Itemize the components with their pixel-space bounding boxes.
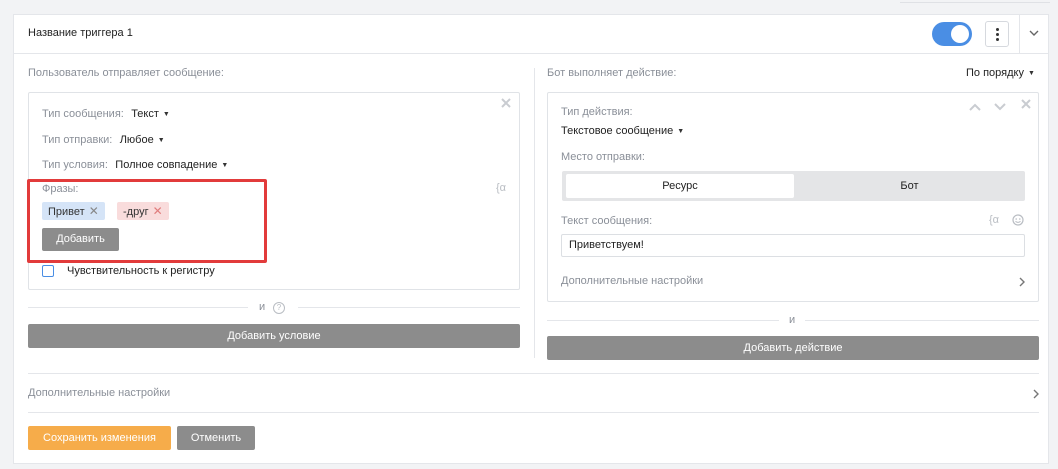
case-sensitive-label: Чувствительность к регистру (67, 265, 215, 277)
chevron-up-icon[interactable] (969, 100, 981, 115)
user-sends-label: Пользователь отправляет сообщение: (28, 67, 224, 79)
action-type-label: Тип действия: (561, 106, 633, 118)
chevron-right-icon[interactable] (1032, 388, 1040, 403)
cancel-button[interactable]: Отменить (177, 426, 255, 450)
condition-type-row: Тип условия: Полное совпадение ▼ (42, 157, 228, 171)
variable-icon[interactable]: {α (989, 214, 999, 226)
send-type-row: Тип отправки: Любое ▼ (42, 132, 165, 146)
caret-down-icon: ▼ (221, 161, 229, 169)
close-icon[interactable] (1020, 98, 1032, 113)
condition-type-label: Тип условия: (42, 159, 108, 171)
header-separator (1019, 15, 1020, 53)
kebab-menu-icon[interactable] (985, 21, 1009, 47)
message-text-label: Текст сообщения: (561, 215, 653, 227)
send-place-option-resource[interactable]: Ресурс (566, 174, 794, 198)
and-line-left (28, 307, 248, 308)
send-place-segmented: Ресурс Бот (562, 171, 1025, 201)
chevron-right-icon[interactable] (1018, 276, 1026, 291)
case-sensitive-checkbox[interactable] (42, 265, 54, 277)
send-type-label: Тип отправки: (42, 134, 113, 146)
caret-down-icon: ▼ (157, 136, 165, 144)
caret-down-icon: ▼ (1027, 69, 1035, 77)
footer-divider-bottom (28, 412, 1039, 413)
close-icon[interactable] (500, 97, 512, 112)
variable-icon[interactable]: {α (496, 182, 506, 194)
and-line-right (805, 320, 1039, 321)
top-edge (0, 0, 1058, 6)
message-type-row: Тип сообщения: Текст ▼ (42, 106, 170, 120)
message-text-input[interactable]: Приветствуем! (561, 234, 1025, 257)
and-line-left (547, 320, 779, 321)
trigger-extra-settings[interactable]: Дополнительные настройки (28, 387, 170, 399)
action-extra-settings[interactable]: Дополнительные настройки (561, 275, 703, 287)
and-label: и (259, 301, 266, 313)
column-divider (534, 68, 535, 358)
trigger-title: Название триггера 1 (28, 27, 133, 39)
and-line-right (298, 307, 520, 308)
and-label: и (789, 314, 796, 326)
phrases-highlight (27, 179, 267, 263)
add-action-button[interactable]: Добавить действие (547, 336, 1039, 360)
help-icon[interactable]: ? (273, 302, 285, 314)
message-type-select[interactable]: Текст ▼ (131, 108, 170, 120)
trigger-enabled-toggle[interactable] (932, 22, 972, 46)
chevron-down-icon[interactable] (994, 100, 1006, 115)
send-place-option-bot[interactable]: Бот (798, 174, 1021, 198)
footer-divider-top (28, 373, 1039, 374)
chevron-down-icon[interactable] (1028, 27, 1040, 39)
bot-action-label: Бот выполняет действие: (547, 67, 677, 79)
send-place-label: Место отправки: (561, 151, 645, 163)
emoji-icon[interactable] (1012, 214, 1024, 229)
add-condition-button[interactable]: Добавить условие (28, 324, 520, 348)
save-button[interactable]: Сохранить изменения (28, 426, 171, 450)
condition-type-select[interactable]: Полное совпадение ▼ (115, 159, 228, 171)
header-divider (14, 53, 1048, 54)
send-type-select[interactable]: Любое ▼ (120, 134, 165, 146)
caret-down-icon: ▼ (677, 127, 685, 135)
order-select[interactable]: По порядку ▼ (966, 67, 1035, 79)
action-type-select[interactable]: Текстовое сообщение ▼ (561, 125, 684, 137)
caret-down-icon: ▼ (162, 110, 170, 118)
message-type-label: Тип сообщения: (42, 108, 124, 120)
